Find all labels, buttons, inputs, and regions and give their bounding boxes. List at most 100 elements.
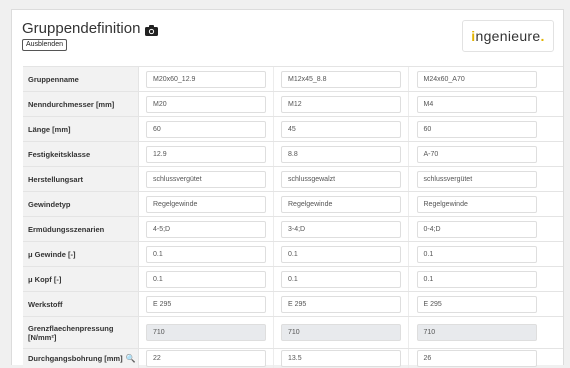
table-cell: 710	[274, 317, 409, 348]
value-field[interactable]: schlussvergütet	[416, 170, 537, 188]
value-field[interactable]: M4	[416, 95, 537, 113]
table-cell: 710	[409, 317, 544, 348]
row-label: Länge [mm]	[23, 117, 139, 141]
table-cell: E 295	[274, 292, 409, 316]
table-cell: 0.1	[139, 267, 274, 291]
group-definition-table: Gruppenname M20x60_12.9 M12x45_8.8 M24x60_A…	[23, 66, 563, 368]
table-cell: 4-5;D	[139, 217, 274, 241]
row-label-text: Festigkeitsklasse	[28, 149, 91, 159]
table-row: Länge [mm] 60 45 60	[23, 116, 563, 141]
table-cell: 13.5	[274, 349, 409, 368]
value-field[interactable]: 3-4;D	[281, 220, 401, 238]
value-field[interactable]: Regelgewinde	[146, 195, 266, 213]
value-field[interactable]: E 295	[146, 295, 266, 313]
row-label-text: Werkstoff	[28, 299, 63, 309]
table-cell: 45	[274, 117, 409, 141]
row-label: Durchgangsbohrung [mm] 🔍	[23, 349, 139, 368]
value-field[interactable]: 13.5	[281, 350, 401, 367]
row-label: Gewindetyp	[23, 192, 139, 216]
value-field[interactable]: 0.1	[416, 245, 537, 263]
row-label-text: μ Kopf [-]	[28, 274, 62, 284]
table-cell: 8.8	[274, 142, 409, 166]
search-icon[interactable]: 🔍	[126, 354, 136, 363]
table-row: Durchgangsbohrung [mm] 🔍 22 13.5 26	[23, 348, 563, 368]
value-field[interactable]: schlussvergütet	[146, 170, 266, 188]
value-field[interactable]: 26	[416, 350, 537, 367]
value-field[interactable]: E 295	[281, 295, 401, 313]
value-field: 710	[416, 324, 537, 341]
row-label: Festigkeitsklasse	[23, 142, 139, 166]
table-cell: 0-4;D	[409, 217, 544, 241]
value-field[interactable]: 4-5;D	[146, 220, 266, 238]
value-field: 710	[281, 324, 401, 341]
value-field[interactable]: A-70	[416, 145, 537, 163]
row-label-text: Grenzflaechenpressung [N/mm²]	[28, 323, 114, 342]
value-field[interactable]: 0.1	[281, 270, 401, 288]
table-cell: schlussvergütet	[139, 167, 274, 191]
row-label-text: Nenndurchmesser [mm]	[28, 99, 115, 109]
value-field[interactable]: M20x60_12.9	[146, 70, 266, 88]
value-field[interactable]: 60	[416, 120, 537, 138]
row-label-text: Ermüdungsszenarien	[28, 224, 105, 234]
table-cell: A-70	[409, 142, 544, 166]
value-field[interactable]: 0.1	[146, 245, 266, 263]
table-row: Nenndurchmesser [mm] M20 M12 M4	[23, 91, 563, 116]
value-field[interactable]: M12	[281, 95, 401, 113]
table-row: μ Kopf [-] 0.1 0.1 0.1	[23, 266, 563, 291]
page-title: Gruppendefinition	[22, 20, 159, 37]
table-row: Ermüdungsszenarien 4-5;D 3-4;D 0-4;D	[23, 216, 563, 241]
camera-icon[interactable]	[145, 23, 159, 36]
row-label: μ Kopf [-]	[23, 267, 139, 291]
table-cell: 0.1	[409, 242, 544, 266]
value-field[interactable]: 60	[146, 120, 266, 138]
table-cell: 0.1	[409, 267, 544, 291]
value-field[interactable]: 0.1	[146, 270, 266, 288]
value-field[interactable]: 12.9	[146, 145, 266, 163]
table-cell: M12	[274, 92, 409, 116]
value-field[interactable]: M20	[146, 95, 266, 113]
logo-text: ngenieure	[475, 28, 541, 44]
table-row: Festigkeitsklasse 12.9 8.8 A-70	[23, 141, 563, 166]
value-field[interactable]: M24x60_A70	[416, 70, 537, 88]
table-cell: schlussvergütet	[409, 167, 544, 191]
table-row: Werkstoff E 295 E 295 E 295	[23, 291, 563, 316]
table-cell: 710	[139, 317, 274, 348]
value-field[interactable]: M12x45_8.8	[281, 70, 401, 88]
value-field: 710	[146, 324, 266, 341]
table-row: Herstellungsart schlussvergütet schlussgew…	[23, 166, 563, 191]
row-label: Werkstoff	[23, 292, 139, 316]
value-field[interactable]: 0.1	[281, 245, 401, 263]
table-cell: 26	[409, 349, 544, 368]
row-label: Nenndurchmesser [mm]	[23, 92, 139, 116]
company-logo: i ngenieure.	[462, 20, 554, 52]
value-field[interactable]: schlussgewalzt	[281, 170, 401, 188]
value-field[interactable]: Regelgewinde	[281, 195, 401, 213]
hide-button-label: Ausblenden	[26, 41, 63, 48]
table-cell: 0.1	[139, 242, 274, 266]
value-field[interactable]: E 295	[416, 295, 537, 313]
table-cell: M12x45_8.8	[274, 67, 409, 91]
table-cell: Regelgewinde	[274, 192, 409, 216]
table-cell: Regelgewinde	[409, 192, 544, 216]
row-label: Herstellungsart	[23, 167, 139, 191]
title-text: Gruppendefinition	[22, 20, 141, 37]
value-field[interactable]: 45	[281, 120, 401, 138]
table-row: Gewindetyp Regelgewinde Regelgewinde Regelg…	[23, 191, 563, 216]
hide-button[interactable]: Ausblenden	[22, 39, 67, 51]
row-label: Ermüdungsszenarien	[23, 217, 139, 241]
value-field[interactable]: 8.8	[281, 145, 401, 163]
table-cell: 0.1	[274, 242, 409, 266]
table-cell: 60	[409, 117, 544, 141]
table-cell: 0.1	[274, 267, 409, 291]
row-label: Grenzflaechenpressung [N/mm²]	[23, 317, 139, 348]
table-row: Grenzflaechenpressung [N/mm²] 710 710 710	[23, 316, 563, 348]
value-field[interactable]: Regelgewinde	[416, 195, 537, 213]
table-cell: E 295	[139, 292, 274, 316]
table-cell: E 295	[409, 292, 544, 316]
value-field[interactable]: 0-4;D	[416, 220, 537, 238]
row-label-text: μ Gewinde [-]	[28, 249, 76, 259]
value-field[interactable]: 22	[146, 350, 266, 367]
table-cell: 3-4;D	[274, 217, 409, 241]
value-field[interactable]: 0.1	[416, 270, 537, 288]
table-row: μ Gewinde [-] 0.1 0.1 0.1	[23, 241, 563, 266]
